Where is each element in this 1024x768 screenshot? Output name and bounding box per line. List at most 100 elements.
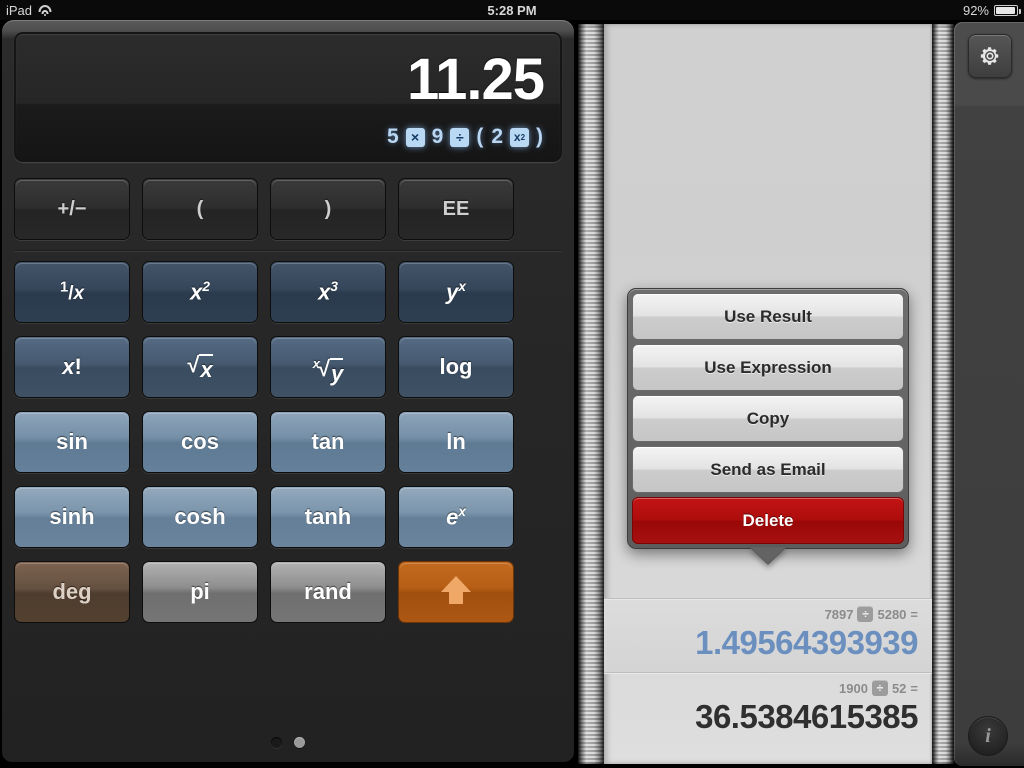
key-label: x2: [190, 278, 210, 305]
calculator-panel: 11.25 5 × 9 ÷ (2 x 2) +/− () EE 1/x x2 x3 yx x! √ x x √ y l…: [2, 20, 574, 762]
key-label: ln: [446, 429, 466, 454]
key-label: √ x: [187, 351, 213, 382]
tape-operand-right: 5280: [877, 606, 907, 622]
battery-percent: 92%: [962, 2, 989, 18]
popover-arrow: [749, 547, 787, 565]
key-shift-up[interactable]: [398, 561, 514, 623]
tape-row-result: 1.49564393939: [695, 624, 918, 661]
key-x-squared[interactable]: x2: [142, 261, 258, 323]
keypad-row: deg pi rand: [14, 561, 562, 623]
key-log[interactable]: log: [398, 336, 514, 398]
expression-paren-token: (: [476, 125, 484, 148]
key-cosh[interactable]: cosh: [142, 486, 258, 548]
keypad-row: sin cos tan ln: [14, 411, 562, 473]
tape-row-expression: 7897 ÷ 5280 =: [618, 605, 918, 623]
expression-paren-token: ): [536, 125, 543, 148]
key-label: x √ y: [312, 355, 344, 386]
key-label: pi: [190, 579, 210, 604]
key-label: cosh: [174, 504, 226, 529]
popover-use-expression[interactable]: Use Expression: [632, 344, 904, 391]
key-close-paren[interactable]: ): [270, 178, 386, 240]
key-label: yx: [446, 278, 466, 305]
key-open-paren[interactable]: (: [142, 178, 258, 240]
key-tanh[interactable]: tanh: [270, 486, 386, 548]
key-nth-root[interactable]: x √ y: [270, 336, 386, 398]
tape-row[interactable]: 1900 ÷ 52 = 36.5384615385: [604, 672, 932, 746]
binding-divider-left: [578, 24, 604, 764]
key-rand[interactable]: rand: [270, 561, 386, 623]
key-label: cos: [181, 429, 219, 454]
context-menu-items: Use Result Use Expression Copy Send as Emai…: [632, 293, 904, 544]
right-rail: i: [954, 22, 1024, 766]
key-square-root[interactable]: √ x: [142, 336, 258, 398]
popover-use-result[interactable]: Use Result: [632, 293, 904, 340]
info-button[interactable]: i: [968, 716, 1008, 756]
tape-operator: ÷: [857, 606, 874, 622]
tape-row-result: 36.5384615385: [695, 698, 918, 735]
tape-operand-left: 1900: [839, 680, 868, 696]
display-expression: 5 × 9 ÷ (2 x 2): [16, 120, 546, 154]
keypad: +/−() EE 1/x x2 x3 yx x! √ x x √ y log sin cos tan ln sin…: [14, 178, 562, 636]
expression-number-token: 5: [386, 125, 399, 148]
key-pi[interactable]: pi: [142, 561, 258, 623]
popover-item-label: Use Result: [724, 306, 812, 326]
key-label: sin: [56, 429, 88, 454]
popover-item-label: Use Expression: [704, 357, 832, 377]
display-result: 11.25: [407, 46, 545, 112]
popover-delete[interactable]: Delete: [632, 497, 904, 544]
tape-row[interactable]: 7897 ÷ 5280 = 1.49564393939: [604, 598, 932, 672]
key-label: EE: [442, 197, 470, 220]
tape-row-expression: 1900 ÷ 52 =: [618, 679, 918, 697]
key-e-to-x[interactable]: ex: [398, 486, 514, 548]
tape-operand-right: 52: [891, 680, 907, 696]
key-label: 1/x: [59, 279, 85, 304]
key-sin[interactable]: sin: [14, 411, 130, 473]
expression-number-token: 2: [491, 125, 503, 148]
tape-operand-left: 7897: [824, 606, 854, 622]
battery-icon: [994, 4, 1021, 16]
keypad-row: +/− () EE: [14, 178, 562, 251]
page-indicator[interactable]: [2, 737, 574, 748]
key-plus-minus[interactable]: +/−: [14, 178, 130, 240]
tape-row-context-menu[interactable]: Use Result Use Expression Copy Send as Emai…: [627, 288, 909, 565]
tape-rows: 7897 ÷ 5280 = 1.49564393939 1900 ÷ 52 = 36.538461…: [604, 598, 932, 746]
calculator-display: 11.25 5 × 9 ÷ (2 x 2): [14, 32, 562, 162]
key-x-cubed[interactable]: x3: [270, 261, 386, 323]
key-ee[interactable]: EE: [398, 178, 514, 240]
keypad-row: x! √ x x √ y log: [14, 336, 562, 398]
popover-send-as-email[interactable]: Send as Email: [632, 446, 904, 493]
key-reciprocal[interactable]: 1/x: [14, 261, 130, 323]
key-label: sinh: [49, 504, 95, 529]
tape-equals-sign: =: [910, 606, 918, 622]
key-label: x3: [318, 278, 338, 305]
gear-icon: [980, 47, 999, 65]
key-deg[interactable]: deg: [14, 561, 130, 623]
expression-operator-token: x2: [510, 127, 529, 147]
settings-button[interactable]: [968, 34, 1012, 78]
status-bar: iPad 5:28 PM 92%: [0, 0, 1024, 20]
key-label: deg: [52, 579, 92, 604]
key-factorial[interactable]: x!: [14, 336, 130, 398]
binding-divider-right: [932, 24, 954, 764]
key-y-to-x[interactable]: yx: [398, 261, 514, 323]
key-label: (: [196, 197, 204, 220]
expression-operator-token: ×: [405, 127, 425, 147]
key-label: x!: [62, 354, 82, 379]
popover-copy[interactable]: Copy: [632, 395, 904, 442]
key-sinh[interactable]: sinh: [14, 486, 130, 548]
key-tan[interactable]: tan: [270, 411, 386, 473]
popover-item-label: Delete: [742, 510, 794, 530]
key-label: ): [324, 197, 332, 220]
key-label: +/−: [57, 197, 87, 220]
key-cos[interactable]: cos: [142, 411, 258, 473]
key-label: tanh: [304, 504, 352, 529]
info-icon: i: [985, 724, 991, 747]
key-ln[interactable]: ln: [398, 411, 514, 473]
tape-operator: ÷: [871, 680, 888, 696]
popover-item-label: Copy: [746, 408, 790, 428]
expression-operator-token: ÷: [450, 127, 470, 147]
page-dot-1[interactable]: [271, 737, 282, 748]
status-bar-clock: 5:28 PM: [487, 2, 537, 18]
page-dot-2[interactable]: [294, 737, 305, 748]
key-label: rand: [304, 579, 352, 604]
